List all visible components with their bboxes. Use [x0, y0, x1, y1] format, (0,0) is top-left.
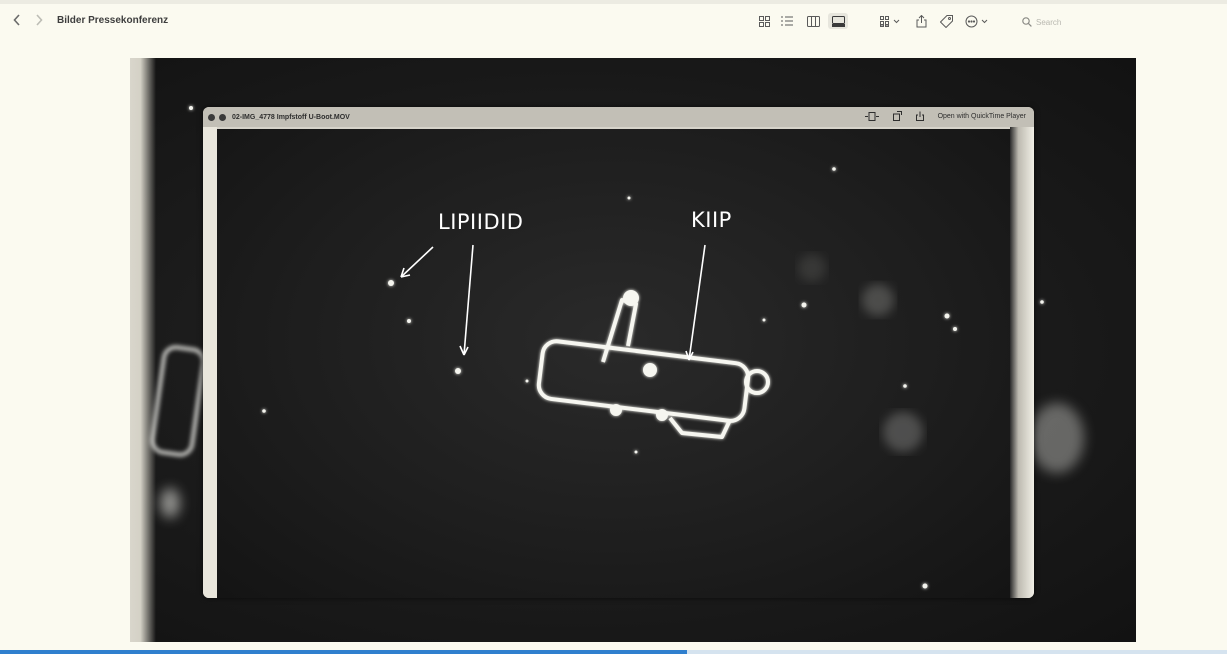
grid-view-button[interactable]	[757, 13, 771, 29]
window-title: Bilder Pressekonferenz	[57, 15, 169, 26]
quicklook-titlebar: 02-IMG_4778 Impfstoff U-Boot.MOV Open wi…	[203, 107, 1034, 127]
search-placeholder: Search	[1036, 17, 1062, 27]
photo-left-edge	[130, 58, 156, 642]
gallery-view-button[interactable]	[828, 13, 848, 29]
group-button[interactable]	[878, 13, 904, 29]
finder-toolbar: Bilder Pressekonferenz Search	[0, 4, 1227, 38]
annotation-label-right: KIIP	[691, 208, 732, 232]
chevron-right-icon	[36, 14, 43, 26]
list-view-icon	[781, 16, 793, 26]
list-view-button[interactable]	[780, 13, 794, 29]
video-right-border	[1010, 127, 1034, 598]
quicklook-window: 02-IMG_4778 Impfstoff U-Boot.MOV Open wi…	[203, 107, 1034, 598]
fullscreen-icon	[219, 113, 226, 121]
forward-button[interactable]	[32, 12, 46, 28]
gallery-view-icon	[831, 15, 845, 27]
share-icon	[916, 14, 926, 27]
search-icon	[1022, 17, 1032, 27]
more-actions-icon	[965, 15, 988, 27]
quicklook-file-title: 02-IMG_4778 Impfstoff U-Boot.MOV	[232, 113, 350, 121]
share-icon	[915, 111, 924, 121]
rotate-icon	[892, 111, 902, 121]
close-icon	[208, 113, 215, 121]
tag-button[interactable]	[938, 13, 954, 29]
video-left-border	[203, 127, 217, 598]
search-field[interactable]: Search	[1022, 14, 1212, 30]
progress-bar-fill	[0, 650, 688, 654]
video-frame	[217, 129, 1010, 598]
gallery-preview-image[interactable]: 02-IMG_4778 Impfstoff U-Boot.MOV Open wi…	[130, 58, 1136, 642]
back-button[interactable]	[10, 12, 24, 28]
quicklook-tools: Open with QuickTime Player	[864, 111, 1026, 121]
group-icon	[880, 15, 900, 27]
open-with-quicktime-button: Open with QuickTime Player	[937, 112, 1026, 120]
column-view-icon	[806, 15, 820, 27]
annotation-label-left: LIPIIDID	[438, 210, 524, 234]
blurred-light	[160, 488, 180, 518]
trim-icon	[864, 111, 879, 121]
progress-bar	[0, 650, 1227, 654]
more-actions-button[interactable]	[964, 13, 992, 29]
blurred-shape	[148, 343, 208, 459]
chevron-left-icon	[13, 14, 20, 26]
share-button[interactable]	[914, 13, 928, 29]
tag-icon	[939, 14, 953, 28]
grid-view-icon	[758, 15, 770, 27]
column-view-button[interactable]	[805, 13, 821, 29]
blurred-light	[1030, 403, 1084, 473]
